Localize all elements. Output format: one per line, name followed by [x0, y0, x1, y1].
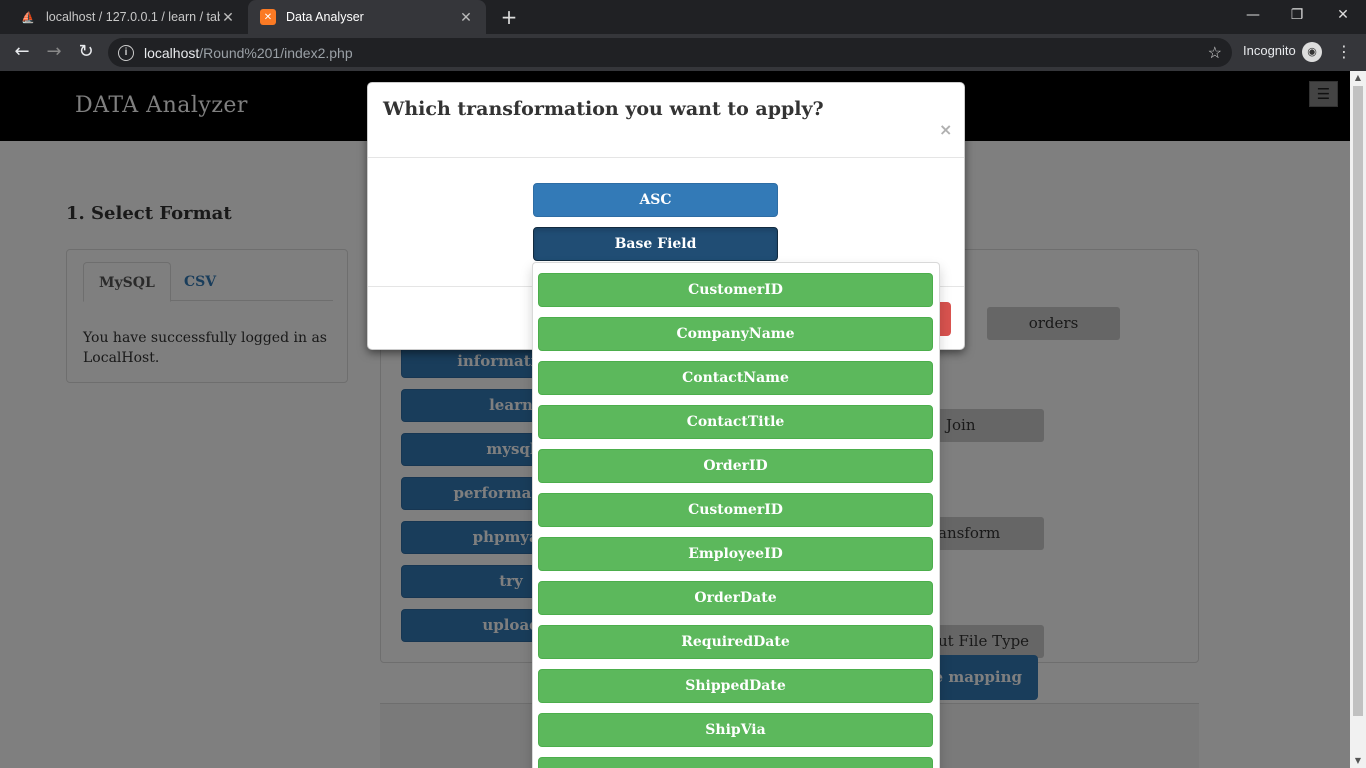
incognito-label: Incognito — [1243, 43, 1296, 58]
page: DATA Analyzer ☰ 1. Select Format MySQL C… — [0, 71, 1350, 768]
field-option[interactable]: ContactTitle — [538, 405, 933, 439]
scroll-thumb[interactable] — [1353, 86, 1363, 716]
asc-button[interactable]: ASC — [533, 183, 778, 217]
field-option[interactable]: ContactName — [538, 361, 933, 395]
page-scrollbar[interactable]: ▲ ▼ — [1350, 71, 1366, 768]
field-option[interactable]: ShipVia — [538, 713, 933, 747]
browser-tab-data-analyser[interactable]: ✕ Data Analyser ✕ — [248, 0, 486, 34]
tab-title: Data Analyser — [286, 10, 364, 24]
minimize-button[interactable]: — — [1230, 0, 1276, 30]
field-option[interactable]: OrderID — [538, 449, 933, 483]
close-icon[interactable]: × — [939, 120, 952, 139]
modal-title: Which transformation you want to apply? — [383, 98, 824, 120]
field-option[interactable]: CompanyName — [538, 317, 933, 351]
back-arrow-icon[interactable]: ← — [10, 40, 34, 64]
new-tab-button[interactable]: + — [498, 5, 520, 29]
restore-button[interactable]: ❐ — [1274, 0, 1320, 30]
browser-tab-strip: ⛵ localhost / 127.0.0.1 / learn / tabl ✕… — [0, 0, 1366, 34]
url-path: /Round%201/index2.php — [199, 44, 353, 61]
field-option[interactable]: RequiredDate — [538, 625, 933, 659]
scroll-down-arrow-icon[interactable]: ▼ — [1350, 754, 1366, 768]
url-host: localhost — [144, 44, 200, 61]
base-field-button[interactable]: Base Field — [533, 227, 778, 261]
bookmark-star-icon[interactable]: ☆ — [1208, 43, 1222, 63]
modal-divider — [368, 157, 964, 158]
field-option[interactable]: CustomerID — [538, 493, 933, 527]
close-window-button[interactable]: ✕ — [1320, 0, 1366, 30]
xampp-icon: ✕ — [260, 9, 276, 25]
field-option[interactable]: EmployeeID — [538, 537, 933, 571]
field-option[interactable]: CustomerID — [538, 273, 933, 307]
browser-tab-phpmyadmin[interactable]: ⛵ localhost / 127.0.0.1 / learn / tabl ✕ — [8, 0, 248, 34]
close-tab-icon[interactable]: ✕ — [220, 9, 236, 26]
field-option[interactable] — [538, 757, 933, 768]
browser-toolbar: ← → ↻ i localhost /Round%201/index2.php … — [0, 34, 1366, 71]
address-bar[interactable]: i localhost /Round%201/index2.php ☆ — [108, 38, 1232, 67]
info-icon[interactable]: i — [118, 44, 134, 61]
reload-icon[interactable]: ↻ — [74, 40, 98, 64]
field-option[interactable]: OrderDate — [538, 581, 933, 615]
forward-arrow-icon[interactable]: → — [42, 40, 66, 64]
close-tab-icon[interactable]: ✕ — [458, 9, 474, 26]
field-option[interactable]: ShippedDate — [538, 669, 933, 703]
browser-menu-icon[interactable]: ⋮ — [1336, 42, 1352, 61]
incognito-icon[interactable]: ◉ — [1302, 42, 1322, 62]
base-field-dropdown: CustomerID CompanyName ContactName Conta… — [532, 262, 940, 768]
scroll-up-arrow-icon[interactable]: ▲ — [1350, 71, 1366, 85]
tab-title: localhost / 127.0.0.1 / learn / tabl — [46, 10, 220, 24]
phpmyadmin-icon: ⛵ — [21, 11, 35, 24]
